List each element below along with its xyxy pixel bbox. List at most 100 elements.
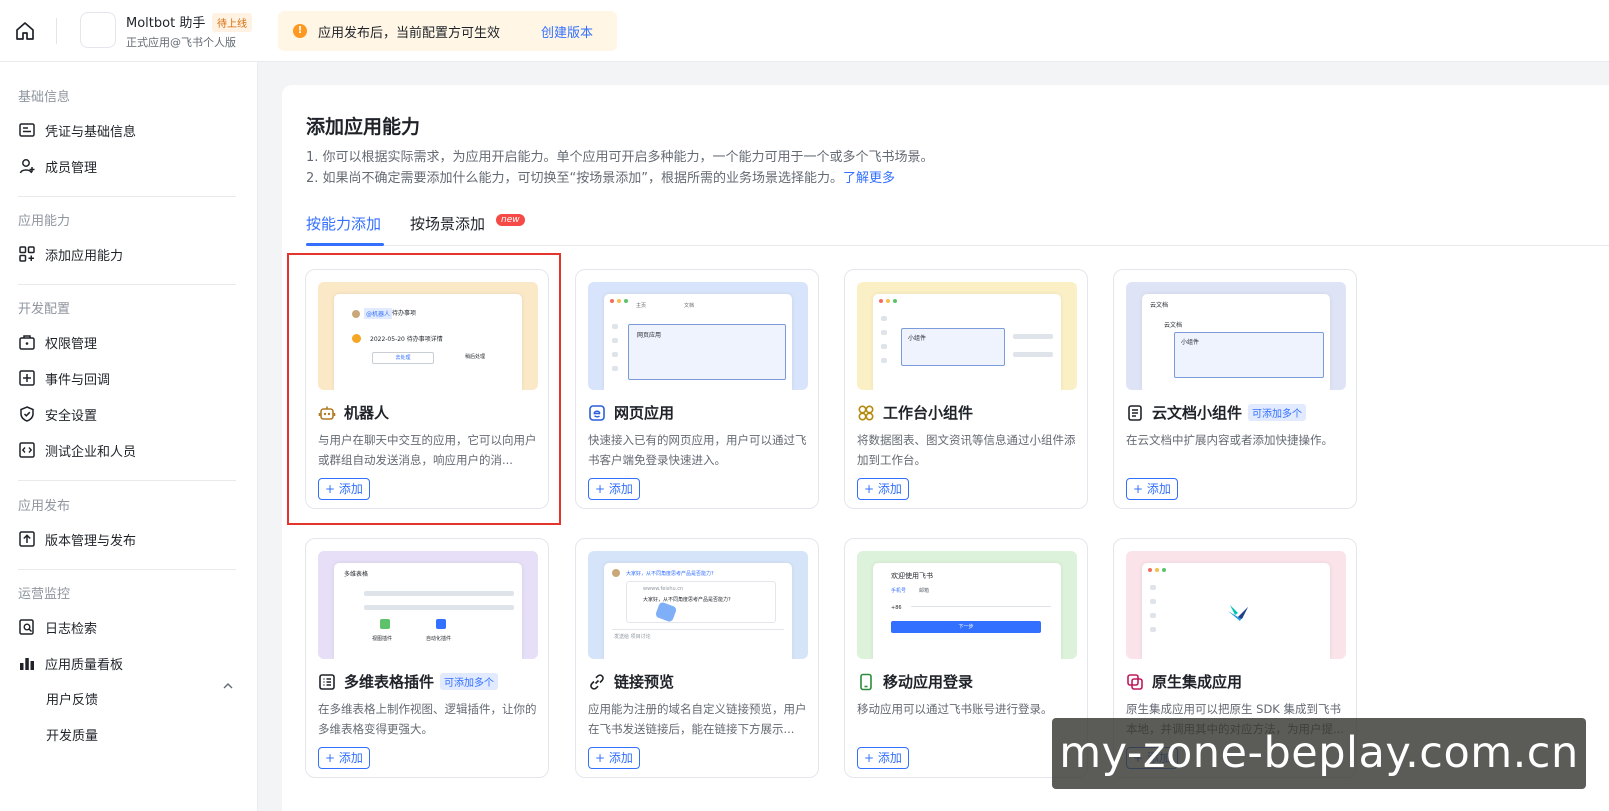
sidebar-item-logs[interactable]: 日志检索 (18, 613, 242, 641)
app-subtitle: 正式应用@飞书个人版 (126, 36, 236, 49)
credential-icon (19, 123, 35, 137)
card-description: 在多维表格上制作视图、逻辑插件，让你的多维表格变得更强大。 (318, 702, 537, 736)
sidebar-item-credentials[interactable]: 凭证与基础信息 (18, 116, 242, 144)
tab-by-scenario[interactable]: 按场景添加 (410, 213, 485, 234)
sidebar-item-members[interactable]: 成员管理 (18, 152, 242, 180)
chevron-up-icon[interactable] (222, 680, 234, 692)
preview-tab: 文档 (684, 303, 695, 309)
app-status-badge: 待上线 (212, 13, 252, 32)
link-card: wwww.feishu.cn 大家好，从不同角度思考产品是否能力? (626, 581, 776, 623)
preview-url: wwww.feishu.cn (643, 586, 684, 592)
base-table-icon (319, 673, 335, 690)
add-button[interactable]: + 添加 (857, 747, 909, 769)
sidebar-item-label: 日志检索 (45, 621, 98, 637)
add-button[interactable]: + 添加 (857, 478, 909, 500)
capability-card-robot[interactable]: @机器人 待办事项 2022-05-20 待办事项详情 去处理 稍后处理 机器人… (305, 269, 549, 509)
active-tab-indicator (306, 243, 384, 246)
card-title-row: 机器人 (318, 402, 389, 423)
preview-label: 自动化插件 (426, 636, 452, 642)
sidebar-item-security[interactable]: 安全设置 (18, 400, 242, 428)
preview-window: 小组件 (873, 294, 1061, 390)
preview-frame: 小组件 (1174, 332, 1324, 378)
window-dots (610, 299, 628, 303)
permission-icon (19, 335, 35, 350)
multi-add-badge: 可添加多个 (440, 673, 499, 690)
preview-doc-heading: 云文档 (1164, 322, 1183, 329)
preview-tab: 主页 (636, 303, 647, 309)
upload-icon (19, 531, 35, 547)
preview-doc-title: 云文档 (1150, 302, 1169, 309)
description-text: 2. 如果尚不确定需要添加什么能力，可切换至“按场景添加”，根据所需的业务场景选… (306, 171, 844, 186)
preview-bar (1150, 599, 1156, 604)
card-title-row: 网页应用 (588, 402, 674, 423)
preview-bar (1150, 585, 1156, 590)
add-button[interactable]: + 添加 (318, 747, 370, 769)
add-button[interactable]: + 添加 (588, 478, 640, 500)
card-preview (1126, 551, 1346, 659)
capability-card-doc-widget[interactable]: 云文档 云文档 小组件 云文档小组件 可添加多个 在云文档中扩展内容或者添加快捷… (1113, 269, 1357, 509)
card-preview: 大家好，从不同角度思考产品是否能力? wwww.feishu.cn 大家好，从不… (588, 551, 808, 659)
publish-notice: ! 应用发布后，当前配置方可生效 创建版本 (278, 11, 617, 51)
add-button[interactable]: + 添加 (1126, 478, 1178, 500)
sidebar-item-label: 成员管理 (45, 160, 98, 176)
sidebar-group-ops: 运营监控 (18, 587, 71, 602)
preview-bar (1150, 613, 1156, 618)
preview-frame: 小组件 (901, 328, 1005, 366)
tab-by-capability[interactable]: 按能力添加 (306, 213, 381, 234)
sidebar-subitem-dev-quality[interactable]: 开发质量 (46, 725, 98, 744)
sidebar-group-release: 应用发布 (18, 499, 71, 514)
event-icon (19, 370, 35, 386)
capability-card-workbench-widget[interactable]: 小组件 工作台小组件 将数据图表、图文资讯等信息通过小组件添加到工作台。 + 添… (844, 269, 1088, 509)
preview-button: 稍后处理 (464, 354, 485, 360)
sidebar-item-add-capability[interactable]: 添加应用能力 (18, 240, 242, 268)
robot-icon (318, 406, 336, 420)
preview-welcome: 欢迎使用飞书 (891, 572, 933, 580)
preview-frame-label: 小组件 (908, 335, 927, 342)
card-preview: @机器人 待办事项 2022-05-20 待办事项详情 去处理 稍后处理 (318, 282, 538, 390)
add-button[interactable]: + 添加 (588, 747, 640, 769)
sidebar-item-test-tenants[interactable]: 测试企业和人员 (18, 436, 242, 464)
preview-date: 2022-05-20 待办事项详情 (370, 336, 443, 343)
sidebar-subitem-feedback[interactable]: 用户反馈 (46, 689, 98, 708)
sidebar-group-dev: 开发配置 (18, 302, 71, 317)
sidebar-item-quality[interactable]: 应用质量看板 (18, 649, 242, 677)
preview-button: 去处理 (372, 352, 434, 364)
capability-card-link-preview[interactable]: 大家好，从不同角度思考产品是否能力? wwww.feishu.cn 大家好，从不… (575, 538, 819, 778)
preview-window: 云文档 云文档 小组件 (1142, 294, 1330, 390)
card-title: 移动应用登录 (883, 673, 974, 691)
preview-tag: @机器人 (364, 308, 393, 319)
card-description: 在云文档中扩展内容或者添加快捷操作。 (1126, 433, 1333, 447)
sidebar-item-versions[interactable]: 版本管理与发布 (18, 525, 242, 553)
window-dots (1148, 568, 1166, 572)
card-title-row: 移动应用登录 (857, 671, 973, 692)
sidebar-item-events[interactable]: 事件与回调 (18, 364, 242, 392)
feishu-logo-icon (1228, 605, 1248, 621)
header-divider (56, 18, 57, 44)
card-preview: 云文档 云文档 小组件 (1126, 282, 1346, 390)
sidebar-item-label: 版本管理与发布 (45, 533, 137, 549)
capability-card-web-app[interactable]: 主页 文档 网页应用 网页应用 快速接入已有的网页应用，用户可以通过飞书客户端免… (575, 269, 819, 509)
add-button[interactable]: + 添加 (318, 478, 370, 500)
card-title: 网页应用 (614, 404, 675, 422)
preview-input: 发送给 项目讨论 (612, 629, 784, 643)
learn-more-link[interactable]: 了解更多 (843, 171, 895, 186)
preview-tab: 邮箱 (919, 588, 930, 594)
capability-card-base-plugin[interactable]: 多维表格 视图插件 自动化插件 多维表格插件 可添加多个 在多维表格上制作视图、… (305, 538, 549, 778)
doc-icon (1128, 404, 1142, 421)
sidebar-divider (18, 196, 236, 197)
card-description: 将数据图表、图文资讯等信息通过小组件添加到工作台。 (857, 433, 1076, 467)
preview-input-placeholder: 发送给 项目讨论 (614, 634, 651, 640)
preview-bar (1013, 352, 1053, 357)
create-version-link[interactable]: 创建版本 (541, 22, 593, 41)
preview-bar (612, 324, 618, 329)
app-avatar (80, 12, 116, 48)
preview-bar (1150, 627, 1156, 632)
top-bar: Moltbot 助手 待上线 正式应用@飞书个人版 ! 应用发布后，当前配置方可… (0, 0, 1609, 62)
card-preview: 多维表格 视图插件 自动化插件 (318, 551, 538, 659)
card-title: 机器人 (344, 404, 390, 422)
card-description: 应用能为注册的域名自定义链接预览，用户在飞书发送链接后，能在链接下方展示... (588, 702, 807, 736)
tabs-divider (306, 245, 1609, 246)
home-icon[interactable] (14, 20, 36, 42)
sidebar-item-permissions[interactable]: 权限管理 (18, 328, 242, 356)
card-title-row: 链接预览 (588, 671, 674, 692)
